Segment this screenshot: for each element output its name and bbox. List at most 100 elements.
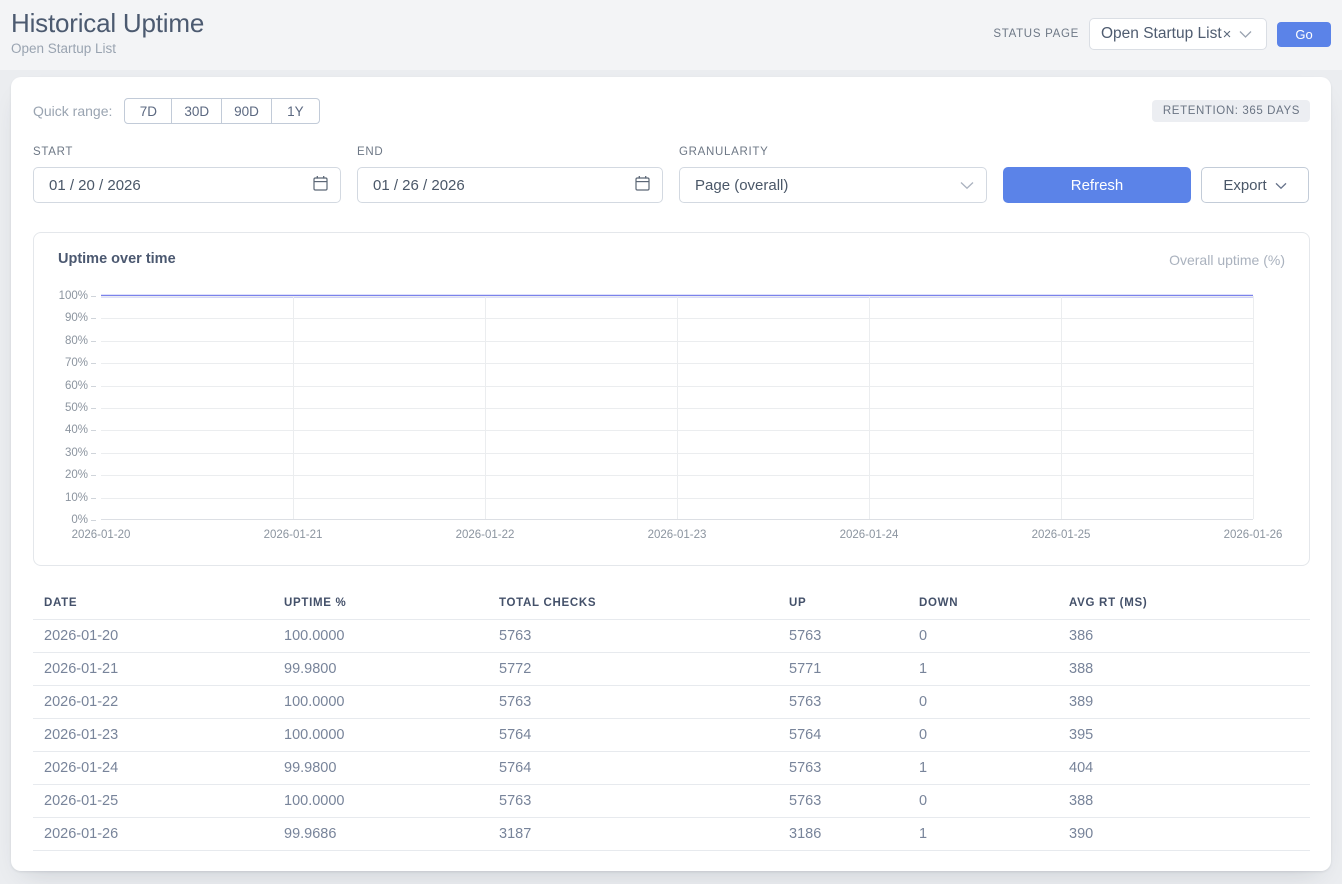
chart-y-tick-mark — [91, 453, 96, 454]
chart-x-tick-label: 2026-01-20 — [72, 529, 131, 541]
table-cell: 5763 — [778, 686, 908, 719]
refresh-button[interactable]: Refresh — [1003, 167, 1191, 203]
table-cell: 100.0000 — [273, 785, 488, 818]
end-date-input[interactable]: 01 / 26 / 2026 — [357, 167, 663, 203]
table-cell: 1 — [908, 752, 1058, 785]
quick-range-label: Quick range: — [33, 103, 112, 119]
table-cell: 100.0000 — [273, 620, 488, 653]
start-date-label: START — [33, 146, 341, 158]
table-cell: 5772 — [488, 653, 778, 686]
table-cell: 2026-01-24 — [33, 752, 273, 785]
table-cell: 5763 — [488, 785, 778, 818]
table-cell: 5763 — [778, 785, 908, 818]
chart-x-tick-label: 2026-01-21 — [264, 529, 323, 541]
quick-range-90d[interactable]: 90D — [222, 98, 272, 124]
table-cell: 5764 — [488, 719, 778, 752]
chart-x-tick-label: 2026-01-26 — [1224, 529, 1283, 541]
table-cell: 99.9800 — [273, 752, 488, 785]
chevron-down-icon[interactable] — [1239, 30, 1252, 39]
chart-y-tick-label: 70% — [65, 357, 88, 369]
table-cell: 0 — [908, 785, 1058, 818]
table-cell: 3187 — [488, 818, 778, 851]
table-cell: 2026-01-26 — [33, 818, 273, 851]
chart-y-tick-label: 60% — [65, 380, 88, 392]
chart-gridline-vertical — [485, 296, 486, 519]
table-cell: 0 — [908, 686, 1058, 719]
table-cell: 395 — [1058, 719, 1310, 752]
table-cell: 3186 — [778, 818, 908, 851]
quick-range-group[interactable]: 7D30D90D1Y — [124, 98, 320, 124]
main-panel: Quick range: 7D30D90D1Y RETENTION: 365 D… — [11, 77, 1331, 871]
table-cell: 1 — [908, 653, 1058, 686]
table-row: 2026-01-2699.9686318731861390 — [33, 818, 1310, 851]
go-button[interactable]: Go — [1277, 22, 1331, 47]
chart-y-tick-mark — [91, 498, 96, 499]
chart-y-tick-mark — [91, 430, 96, 431]
table-column-header: DOWN — [908, 593, 1058, 620]
chart-y-tick-label: 0% — [71, 514, 88, 526]
chart-gridline-vertical — [293, 296, 294, 519]
chart-y-tick-mark — [91, 386, 96, 387]
table-cell: 5763 — [778, 752, 908, 785]
table-cell: 2026-01-23 — [33, 719, 273, 752]
chart-y-tick-mark — [91, 363, 96, 364]
quick-range-30d[interactable]: 30D — [172, 98, 222, 124]
table-column-header: TOTAL CHECKS — [488, 593, 778, 620]
table-column-header: AVG RT (MS) — [1058, 593, 1310, 620]
end-date-value: 01 / 26 / 2026 — [373, 177, 635, 194]
calendar-icon[interactable] — [313, 175, 328, 195]
table-cell: 389 — [1058, 686, 1310, 719]
table-column-header: DATE — [33, 593, 273, 620]
table-cell: 5764 — [488, 752, 778, 785]
table-row: 2026-01-25100.0000576357630388 — [33, 785, 1310, 818]
chart-title: Uptime over time — [58, 251, 176, 267]
table-column-header: UPTIME % — [273, 593, 488, 620]
chart-y-tick-label: 90% — [65, 312, 88, 324]
retention-badge: RETENTION: 365 DAYS — [1152, 100, 1310, 122]
table-header-row: DATEUPTIME %TOTAL CHECKSUPDOWNAVG RT (MS… — [33, 593, 1310, 620]
chart-y-tick-label: 80% — [65, 335, 88, 347]
end-date-label: END — [357, 146, 663, 158]
granularity-value: Page (overall) — [695, 177, 960, 194]
quick-range-row: Quick range: 7D30D90D1Y RETENTION: 365 D… — [33, 98, 1310, 124]
chevron-down-icon — [1275, 177, 1287, 194]
export-button[interactable]: Export — [1201, 167, 1309, 203]
page-title: Historical Uptime — [11, 9, 204, 37]
header-controls: STATUS PAGE Open Startup List × Go — [993, 0, 1331, 50]
chart-y-axis: 100%90%80%70%60%50%40%30%20%10%0% — [34, 296, 96, 520]
table-row: 2026-01-2199.9800577257711388 — [33, 653, 1310, 686]
close-icon[interactable]: × — [1223, 26, 1232, 43]
chart-y-tick-label: 20% — [65, 469, 88, 481]
chart-x-tick-label: 2026-01-24 — [840, 529, 899, 541]
table-row: 2026-01-23100.0000576457640395 — [33, 719, 1310, 752]
status-page-label: STATUS PAGE — [993, 28, 1079, 40]
chart-x-tick-label: 2026-01-22 — [456, 529, 515, 541]
chart-plot-area — [101, 296, 1253, 520]
table-cell: 2026-01-20 — [33, 620, 273, 653]
chart-x-tick-label: 2026-01-25 — [1032, 529, 1091, 541]
start-date-input[interactable]: 01 / 20 / 2026 — [33, 167, 341, 203]
uptime-chart-card: Uptime over time Overall uptime (%) 100%… — [33, 232, 1310, 566]
header-title-block: Historical Uptime Open Startup List — [11, 0, 204, 56]
chart-y-tick-mark — [91, 296, 96, 297]
granularity-select[interactable]: Page (overall) — [679, 167, 987, 203]
table-header: DATEUPTIME %TOTAL CHECKSUPDOWNAVG RT (MS… — [33, 593, 1310, 620]
quick-range-7d[interactable]: 7D — [124, 98, 172, 124]
chart-x-axis: 2026-01-202026-01-212026-01-222026-01-23… — [101, 529, 1253, 549]
chevron-down-icon[interactable] — [960, 177, 974, 194]
chart-y-tick-mark — [91, 520, 96, 521]
table-cell: 99.9800 — [273, 653, 488, 686]
status-page-select[interactable]: Open Startup List × — [1089, 18, 1267, 50]
filter-fields-row: START 01 / 20 / 2026 END 01 / 26 / 2026 — [33, 146, 1310, 203]
table-cell: 0 — [908, 620, 1058, 653]
chart-y-tick-label: 100% — [59, 290, 88, 302]
table-body: 2026-01-20100.00005763576303862026-01-21… — [33, 620, 1310, 851]
calendar-icon[interactable] — [635, 175, 650, 195]
chart-gridline-vertical — [1253, 296, 1254, 519]
quick-range-1y[interactable]: 1Y — [272, 98, 320, 124]
chart-gridline-vertical — [677, 296, 678, 519]
chart-y-tick-label: 50% — [65, 402, 88, 414]
table-cell: 404 — [1058, 752, 1310, 785]
table-row: 2026-01-2499.9800576457631404 — [33, 752, 1310, 785]
table-cell: 2026-01-25 — [33, 785, 273, 818]
